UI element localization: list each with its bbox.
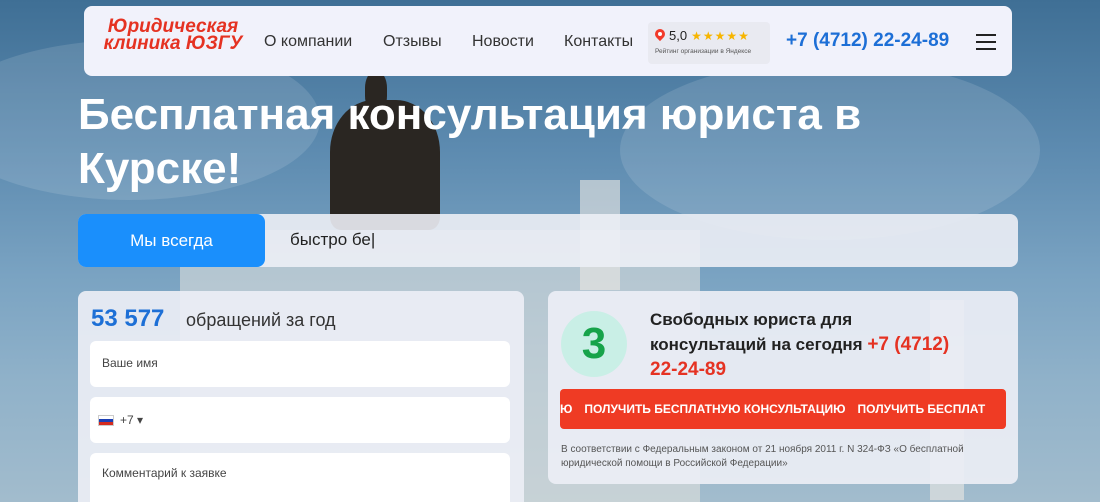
- cta-label: Получить бесплатную консультацию: [584, 402, 846, 416]
- law-notice: В соответствии с Федеральным законом от …: [561, 444, 964, 469]
- nav-contacts[interactable]: Контакты: [564, 33, 633, 51]
- page-title: Бесплатная консультация юриста в Курске!: [78, 90, 862, 193]
- nav-reviews[interactable]: Отзывы: [383, 33, 442, 51]
- nav-news[interactable]: Новости: [472, 33, 534, 51]
- site-header: Юридическая клиника ЮЗГУ О компании Отзы…: [84, 6, 1012, 76]
- cta-label-fragment: Ю: [560, 402, 573, 416]
- star-rating-icon: ★★★★★: [691, 28, 750, 43]
- request-form: 53 577 обращений за год Ваше имя +7 ▾ Ко…: [78, 291, 524, 502]
- russia-flag-icon[interactable]: [98, 414, 114, 426]
- free-lawyers-count: 3: [561, 311, 627, 377]
- logo[interactable]: Юридическая клиника ЮЗГУ: [94, 17, 252, 53]
- requests-count-label: обращений за год: [186, 310, 336, 330]
- rating-caption: Рейтинг организации в Яндексе: [655, 48, 752, 55]
- cta-label-repeat: Получить бесплат: [857, 402, 986, 416]
- map-pin-icon: [655, 29, 665, 42]
- requests-count: 53 577: [91, 305, 165, 332]
- free-consultation-button[interactable]: Ю Получить бесплатную консультацию Получ…: [560, 389, 1006, 429]
- typing-text: быстро бе|: [290, 230, 376, 249]
- name-input[interactable]: Ваше имя: [90, 341, 510, 387]
- phone-country-code[interactable]: +7 ▾: [120, 413, 143, 427]
- slogan-tab: Мы всегда: [78, 214, 265, 267]
- header-phone-link[interactable]: +7 (4712) 22-24-89: [786, 30, 949, 52]
- slogan-bar: Мы всегда быстро бе|: [78, 214, 1018, 267]
- free-lawyers-label: Свободных юриста для консультаций на сег…: [650, 310, 863, 354]
- comment-input[interactable]: Комментарий к заявке: [90, 453, 510, 502]
- yandex-rating-badge[interactable]: 5,0 ★★★★★ Рейтинг организации в Яндексе: [648, 22, 770, 64]
- nav-about[interactable]: О компании: [264, 33, 352, 51]
- free-lawyers-text: Свободных юриста для консультаций на сег…: [650, 307, 950, 382]
- free-lawyers-card: 3 Свободных юриста для консультаций на с…: [548, 291, 1018, 484]
- rating-score: 5,0: [669, 28, 688, 43]
- phone-input[interactable]: +7 ▾: [90, 397, 510, 443]
- menu-icon[interactable]: [976, 34, 996, 50]
